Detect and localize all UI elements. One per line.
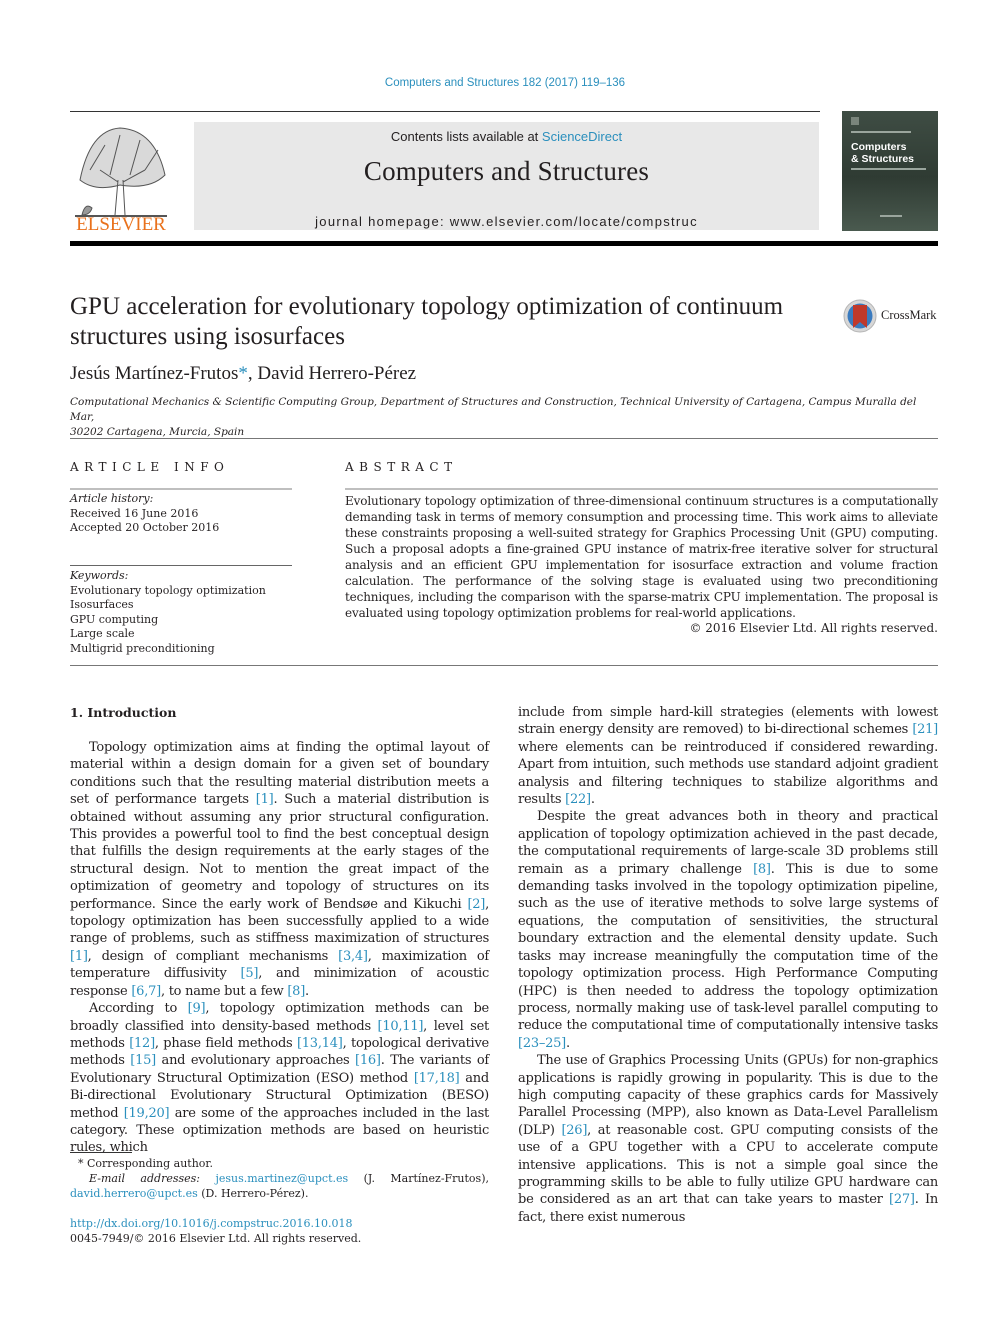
paragraph-text: , to name but a few [160, 983, 288, 999]
footnotes: * Corresponding author. E-mail addresses… [70, 1156, 489, 1201]
article-info-heading: ARTICLE INFO [70, 460, 230, 474]
abstract-rule [345, 488, 938, 490]
citation-link[interactable]: [3,4] [338, 949, 368, 964]
keyword: GPU computing [70, 612, 159, 626]
author-name[interactable]: Jesús Martínez-Frutos [70, 363, 238, 384]
crossmark-button[interactable]: CrossMark [843, 298, 943, 334]
received-date: Received 16 June 2016 [70, 506, 199, 520]
paragraph: The use of Graphics Processing Units (GP… [518, 1052, 938, 1226]
citation-link[interactable]: [2] [467, 897, 485, 912]
email-owner: (D. Herrero-Pérez). [197, 1187, 309, 1200]
keyword: Large scale [70, 627, 135, 640]
crossmark-label: CrossMark [881, 308, 937, 322]
elsevier-tree-icon: ELSEVIER [75, 127, 167, 235]
contents-prefix: Contents lists available at [390, 129, 542, 144]
citation-link[interactable]: [17,18] [414, 1071, 460, 1086]
citation-link[interactable]: [27] [889, 1192, 915, 1207]
crossmark-icon [843, 299, 877, 333]
journal-cover-image[interactable]: Computers & Structures [842, 111, 938, 231]
abstract-heading: ABSTRACT [345, 460, 458, 474]
contents-line: Contents lists available at ScienceDirec… [194, 129, 819, 144]
journal-reference-link[interactable]: Computers and Structures 182 (2017) 119–… [0, 77, 992, 89]
corresponding-author-mark[interactable]: * [238, 363, 248, 384]
journal-banner: Contents lists available at ScienceDirec… [194, 122, 819, 230]
section-heading: 1. Introduction [70, 705, 177, 720]
paragraph: Despite the great advances both in theor… [518, 808, 938, 1052]
citation-link[interactable]: [1] [70, 949, 88, 964]
paragraph: include from simple hard-kill strategies… [518, 704, 938, 808]
elsevier-logo[interactable]: ELSEVIER [70, 120, 172, 235]
paragraph-text: , design of compliant mechanisms [87, 948, 339, 964]
paragraph: Topology optimization aims at finding th… [70, 739, 489, 1000]
keywords-rule [70, 565, 292, 566]
paragraph-text: . [305, 983, 309, 999]
citation-link[interactable]: [8] [287, 984, 305, 999]
sciencedirect-link[interactable]: ScienceDirect [542, 129, 622, 144]
citation-link[interactable]: [13,14] [297, 1036, 343, 1051]
body-rule [70, 665, 938, 666]
paragraph-text: , phase field methods [154, 1035, 297, 1051]
header-thick-rule [70, 241, 938, 246]
citation-link[interactable]: [10,11] [378, 1019, 424, 1034]
journal-title: Computers and Structures [363, 156, 650, 186]
issn-copyright: 0045-7949/© 2016 Elsevier Ltd. All right… [70, 1232, 362, 1245]
affiliation: Computational Mechanics & Scientific Com… [70, 396, 917, 438]
citation-link[interactable]: [22] [565, 792, 591, 807]
email-label: E-mail addresses: [89, 1172, 216, 1185]
email-link[interactable]: jesus.martinez@upct.es [215, 1172, 348, 1185]
paragraph-text: and evolutionary approaches [155, 1053, 356, 1069]
corresponding-author-note: Corresponding author. [83, 1157, 213, 1170]
citation-link[interactable]: [1] [256, 792, 274, 807]
citation-link[interactable]: [16] [355, 1053, 381, 1068]
doi-block: http://dx.doi.org/10.1016/j.compstruc.20… [70, 1216, 361, 1246]
authors-line: Jesús Martínez-Frutos*, David Herrero-Pé… [70, 363, 416, 385]
history-label: Article history: [70, 492, 154, 505]
abstract-text: Evolutionary topology optimization of th… [345, 494, 938, 620]
paragraph-text: According to [89, 1001, 188, 1017]
paragraph-text: . [565, 1035, 570, 1051]
cover-footer-bar [880, 215, 902, 217]
paragraph-text: . Such a material distribution is obtain… [70, 792, 489, 912]
article-title: GPU acceleration for evolutionary topolo… [70, 293, 784, 350]
citation-link[interactable]: [12] [129, 1036, 155, 1051]
body-left-column: Topology optimization aims at finding th… [70, 739, 489, 1157]
header-rule [70, 111, 820, 112]
article-history: Article history: Received 16 June 2016 A… [70, 492, 219, 536]
elsevier-wordmark: ELSEVIER [76, 214, 166, 232]
paragraph-text: include from simple hard-kill strategies… [518, 705, 938, 738]
keywords-label: Keywords: [70, 569, 129, 582]
cover-tagline-bar [851, 168, 926, 170]
body-right-column: include from simple hard-kill strategies… [518, 704, 938, 1226]
cover-seal-icon [851, 117, 859, 125]
keywords-list: Keywords: Evolutionary topology optimiza… [70, 569, 266, 656]
article-info-rule [70, 488, 292, 490]
citation-link[interactable]: [19,20] [124, 1106, 170, 1121]
accepted-date: Accepted 20 October 2016 [70, 521, 220, 534]
footnote-rule [70, 1152, 132, 1153]
citation-link[interactable]: [8] [753, 862, 771, 877]
citation-link[interactable]: [5] [241, 966, 259, 981]
journal-homepage-link[interactable]: journal homepage: www.elsevier.com/locat… [194, 214, 819, 229]
cover-title: Computers & Structures [851, 141, 915, 165]
citation-link[interactable]: [9] [188, 1001, 206, 1016]
paragraph-text: . This is due to some demanding tasks in… [518, 861, 939, 1034]
cover-subtitle-bar [851, 131, 911, 133]
abstract-copyright: © 2016 Elsevier Ltd. All rights reserved… [689, 621, 938, 635]
author-name[interactable]: David Herrero-Pérez [257, 363, 416, 384]
keyword: Evolutionary topology optimization [70, 583, 266, 597]
paragraph-text: . [590, 792, 595, 808]
keyword: Multigrid preconditioning [70, 641, 215, 655]
keyword: Isosurfaces [70, 598, 134, 611]
paragraph: According to [9], topology optimization … [70, 1000, 489, 1157]
doi-link[interactable]: http://dx.doi.org/10.1016/j.compstruc.20… [70, 1216, 361, 1231]
citation-link[interactable]: [6,7] [131, 984, 161, 999]
citation-link[interactable]: [21] [912, 722, 938, 737]
email-owner: (J. Martínez-Frutos), [348, 1172, 489, 1185]
email-link[interactable]: david.herrero@upct.es [70, 1187, 198, 1200]
citation-link[interactable]: [15] [130, 1053, 156, 1068]
affiliation-rule [70, 438, 938, 439]
citation-link[interactable]: [26] [561, 1123, 587, 1138]
citation-link[interactable]: [23–25] [518, 1036, 566, 1051]
author-separator: , [247, 363, 258, 384]
